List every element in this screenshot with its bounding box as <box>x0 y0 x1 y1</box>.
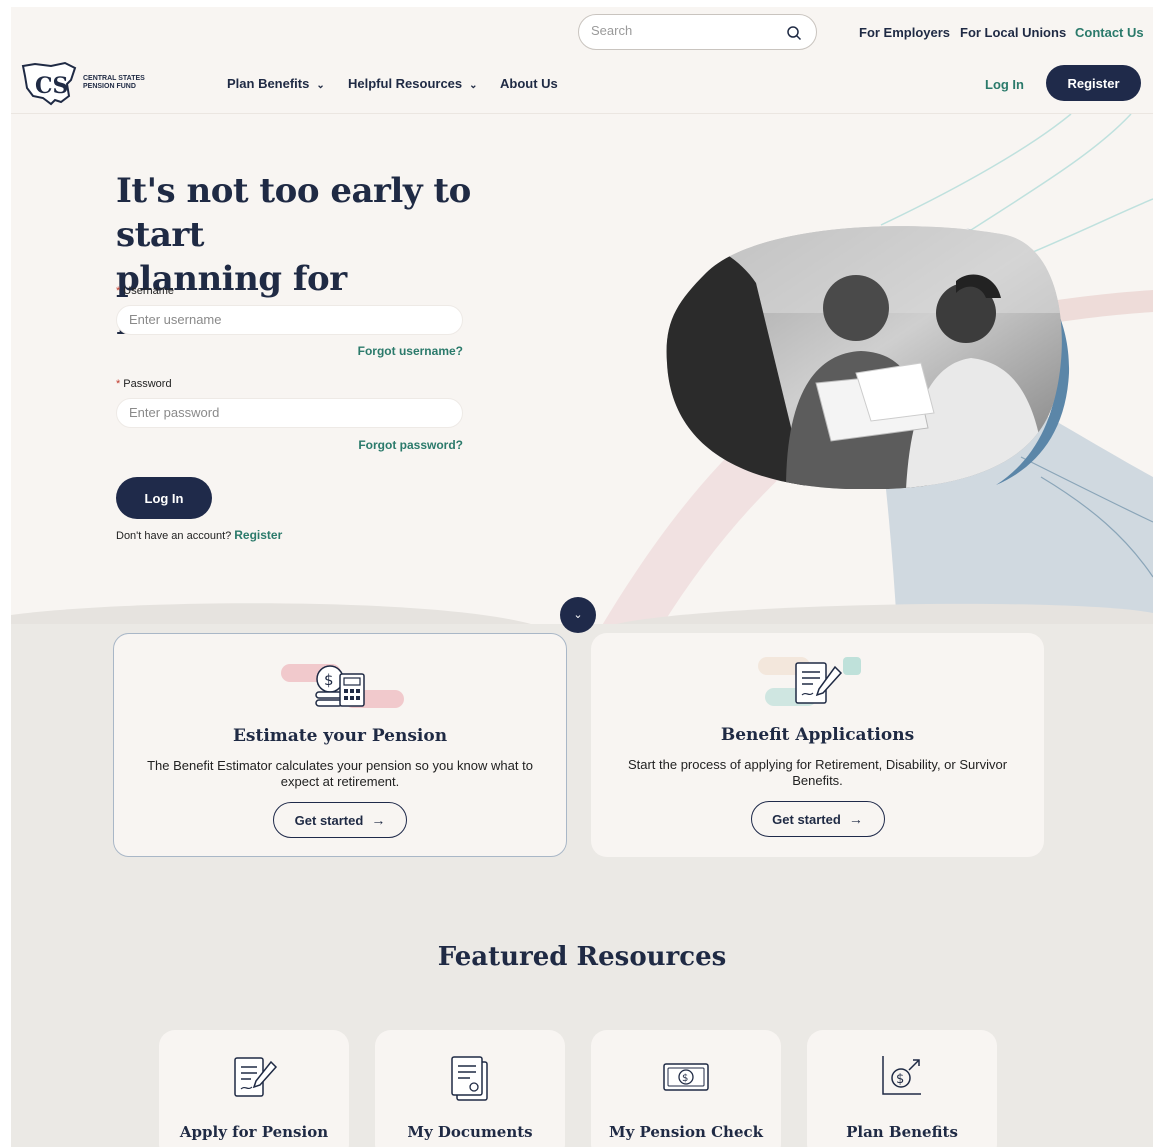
nav-about-us[interactable]: About Us <box>500 76 558 91</box>
resource-plan-benefits[interactable]: $ Plan Benefits <box>807 1030 997 1147</box>
resource-label: Plan Benefits <box>846 1123 958 1141</box>
resource-label: My Pension Check <box>608 1123 764 1141</box>
for-local-unions-link[interactable]: For Local Unions <box>960 25 1066 40</box>
username-input[interactable] <box>129 312 449 327</box>
password-label: * Password <box>116 378 172 390</box>
register-link[interactable]: Register <box>234 528 282 542</box>
hero-title-line1: It's not too early to start <box>116 171 471 255</box>
svg-text:$: $ <box>682 1073 688 1084</box>
button-label: Get started <box>772 812 841 827</box>
chevron-down-icon: ⌄ <box>469 80 478 91</box>
required-marker: * <box>116 285 121 297</box>
svg-text:$: $ <box>896 1072 904 1087</box>
nav-helpful-resources-label: Helpful Resources <box>348 76 463 91</box>
contact-us-link[interactable]: Contact Us <box>1075 25 1144 40</box>
password-field[interactable] <box>116 398 463 428</box>
logo-emblem: CS <box>21 61 77 106</box>
resource-label: My Documents <box>407 1123 533 1141</box>
logo-text-line2: PENSION FUND <box>83 83 136 90</box>
estimate-get-started-button[interactable]: Get started → <box>273 802 407 838</box>
login-button[interactable]: Log In <box>116 477 212 519</box>
header-divider <box>11 113 1153 114</box>
dollar-bill-icon: $ <box>663 1063 709 1091</box>
card-title: Estimate your Pension <box>232 726 448 746</box>
resource-my-documents[interactable]: My Documents <box>375 1030 565 1147</box>
nav-plan-benefits-label: Plan Benefits <box>227 76 310 91</box>
required-marker: * <box>116 378 121 390</box>
logo-monogram: CS <box>35 73 68 99</box>
button-label: Get started <box>294 813 364 828</box>
password-label-text: Password <box>123 378 172 390</box>
featured-resources-title: Featured Resources <box>437 942 727 972</box>
resource-label: Apply for Pension <box>179 1123 329 1141</box>
estimate-pension-card[interactable]: $ Estimate your Pension The Benefit Esti… <box>113 633 567 857</box>
forgot-password-link[interactable]: Forgot password? <box>358 438 463 452</box>
documents-icon <box>451 1056 488 1101</box>
calculator-coin-icon: $ <box>281 664 404 708</box>
arrow-right-icon: → <box>371 812 386 828</box>
header-register-button[interactable]: Register <box>1046 65 1141 101</box>
logo-text-line1: CENTRAL STATES <box>83 75 145 82</box>
search-icon[interactable] <box>786 25 802 41</box>
card-description: Start the process of applying for Retire… <box>627 757 1008 788</box>
resource-apply-for-pension[interactable]: Apply for Pension <box>159 1030 349 1147</box>
password-input[interactable] <box>129 405 449 420</box>
nav-helpful-resources[interactable]: Helpful Resources ⌄ <box>348 76 478 91</box>
username-field[interactable] <box>116 305 463 335</box>
logo[interactable]: CS CENTRAL STATES PENSION FUND <box>21 60 181 106</box>
forgot-username-link[interactable]: Forgot username? <box>358 344 463 358</box>
document-pen-icon <box>758 657 861 706</box>
dollar-growth-icon: $ <box>882 1056 921 1095</box>
search-input[interactable] <box>591 23 781 38</box>
for-employers-link[interactable]: For Employers <box>859 25 950 40</box>
chevron-down-icon: ⌄ <box>573 609 583 621</box>
card-description: The Benefit Estimator calculates your pe… <box>147 758 533 789</box>
username-label: * Username <box>116 285 174 297</box>
nav-plan-benefits[interactable]: Plan Benefits ⌄ <box>227 76 325 91</box>
username-label-text: Username <box>123 285 175 297</box>
no-account-text: Don't have an account? <box>116 530 232 542</box>
search-box[interactable] <box>578 14 817 50</box>
page: For Employers For Local Unions Contact U… <box>11 7 1153 1147</box>
hero-photo <box>666 226 1070 489</box>
chevron-down-icon: ⌄ <box>316 80 325 91</box>
scroll-down-button[interactable]: ⌄ <box>560 597 596 633</box>
arrow-right-icon: → <box>848 811 863 827</box>
resource-my-pension-check[interactable]: $ My Pension Check <box>591 1030 781 1147</box>
benefit-applications-card[interactable]: Benefit Applications Start the process o… <box>591 633 1044 857</box>
applications-get-started-button[interactable]: Get started → <box>750 801 885 837</box>
no-account-prompt: Don't have an account? Register <box>116 528 282 542</box>
svg-text:$: $ <box>324 671 334 689</box>
header-login-link[interactable]: Log In <box>985 77 1024 92</box>
card-title: Benefit Applications <box>720 725 915 745</box>
document-pen-icon <box>234 1057 278 1097</box>
